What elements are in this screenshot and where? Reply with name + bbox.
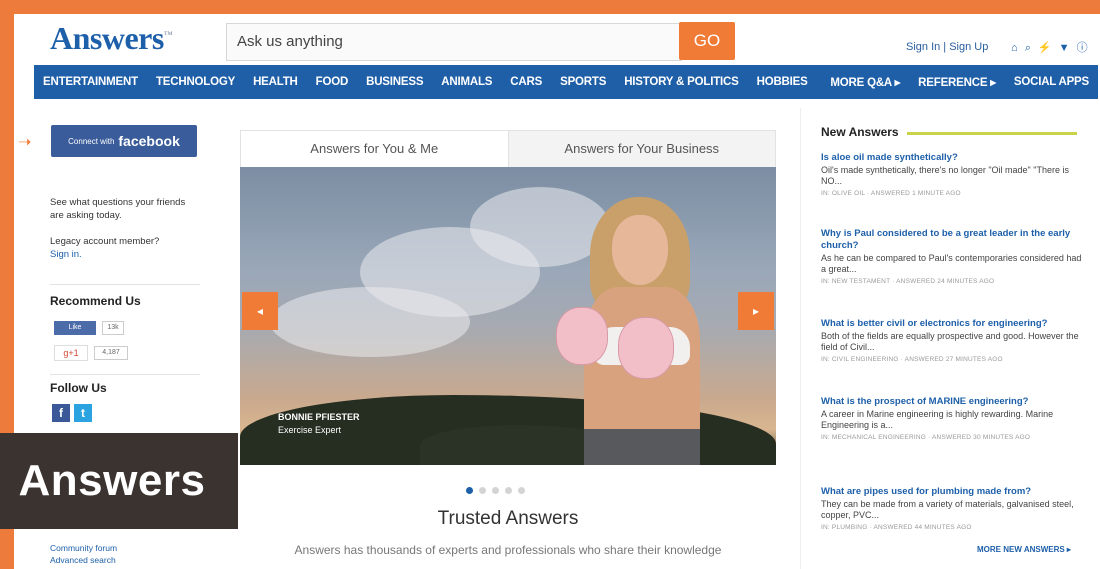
nav-item-technology[interactable]: TECHNOLOGY bbox=[147, 76, 244, 88]
question-link[interactable]: Is aloe oil made synthetically? bbox=[821, 152, 1083, 164]
signin-links[interactable]: Sign In | Sign Up bbox=[906, 41, 988, 53]
nav-item-business[interactable]: BUSINESS bbox=[357, 76, 432, 88]
legacy-text: Legacy account member? bbox=[50, 236, 160, 247]
nav-item-social-apps[interactable]: SOCIAL APPS bbox=[1005, 76, 1098, 88]
answer-item: What is the prospect of MARINE engineeri… bbox=[821, 396, 1083, 441]
tab-your-business[interactable]: Answers for Your Business bbox=[508, 131, 775, 167]
legacy-block: Legacy account member? Sign in. bbox=[50, 235, 200, 261]
gplus-button[interactable]: g+1 bbox=[54, 345, 88, 361]
answer-snippet: They can be made from a variety of mater… bbox=[821, 499, 1074, 520]
nav-item-entertainment[interactable]: ENTERTAINMENT bbox=[34, 76, 147, 88]
new-answers-panel: New Answers Is aloe oil made synthetical… bbox=[800, 108, 1098, 569]
like-count: 13k bbox=[102, 321, 124, 335]
answer-meta: IN: PLUMBING · ANSWERED 44 MINUTES AGO bbox=[821, 524, 972, 531]
nav-item-food[interactable]: FOOD bbox=[307, 76, 357, 88]
divider bbox=[50, 284, 200, 285]
new-answers-heading: New Answers bbox=[821, 125, 899, 139]
connect-facebook-button[interactable]: Connect with facebook bbox=[51, 125, 197, 157]
slide-dot[interactable] bbox=[518, 487, 525, 494]
arrow-icon: ➝ bbox=[18, 134, 32, 151]
answer-item: Why is Paul considered to be a great lea… bbox=[821, 228, 1083, 285]
follow-heading: Follow Us bbox=[50, 381, 107, 395]
next-slide-button[interactable]: ▸ bbox=[738, 292, 774, 330]
nav-item-hobbies[interactable]: HOBBIES bbox=[748, 76, 817, 88]
gplus-count: 4,187 bbox=[94, 346, 128, 360]
answer-snippet: Oil's made synthetically, there's no lon… bbox=[821, 165, 1069, 186]
nav-item-animals[interactable]: ANIMALS bbox=[432, 76, 501, 88]
logo-tm: ™ bbox=[163, 29, 173, 40]
community-forum-link[interactable]: Community forum bbox=[50, 543, 117, 553]
go-button[interactable]: GO bbox=[679, 22, 735, 60]
category-nav: ENTERTAINMENT TECHNOLOGY HEALTH FOOD BUS… bbox=[34, 65, 1098, 99]
question-link[interactable]: What is the prospect of MARINE engineeri… bbox=[821, 396, 1083, 408]
more-new-answers-link[interactable]: MORE NEW ANSWERS ▸ bbox=[977, 545, 1071, 554]
audience-tabs: Answers for You & Me Answers for Your Bu… bbox=[240, 130, 776, 168]
answer-snippet: A career in Marine engineering is highly… bbox=[821, 409, 1054, 430]
advanced-search-link[interactable]: Advanced search bbox=[50, 555, 116, 565]
slide-dot[interactable] bbox=[492, 487, 499, 494]
nav-item-reference[interactable]: REFERENCE ▸ bbox=[909, 75, 1005, 89]
answer-meta: IN: NEW TESTAMENT · ANSWERED 24 MINUTES … bbox=[821, 278, 995, 285]
person-face bbox=[612, 215, 668, 285]
fb-like-button[interactable]: Like bbox=[54, 321, 96, 335]
nav-item-sports[interactable]: SPORTS bbox=[551, 76, 615, 88]
hero-caption: BONNIE PFIESTER Exercise Expert bbox=[278, 411, 360, 437]
divider bbox=[50, 374, 200, 375]
search-input[interactable]: Ask us anything bbox=[226, 23, 682, 61]
fb-small-label: Connect with bbox=[68, 136, 115, 146]
answer-meta: IN: MECHANICAL ENGINEERING · ANSWERED 30… bbox=[821, 434, 1031, 441]
slide-dots bbox=[466, 487, 525, 494]
slide-dot[interactable] bbox=[479, 487, 486, 494]
answer-meta: IN: OLIVE OIL · ANSWERED 1 MINUTE AGO bbox=[821, 190, 961, 197]
boxing-glove-right bbox=[618, 317, 674, 379]
person-shorts bbox=[584, 429, 700, 465]
answers-logo[interactable]: Answers™ bbox=[50, 20, 173, 57]
answer-snippet: As he can be compared to Paul's contempo… bbox=[821, 253, 1082, 274]
answer-meta: IN: CIVIL ENGINEERING · ANSWERED 27 MINU… bbox=[821, 356, 1003, 363]
nav-item-history-politics[interactable]: HISTORY & POLITICS bbox=[615, 76, 747, 88]
cloud-shape bbox=[470, 187, 610, 267]
legacy-signin-link[interactable]: Sign in. bbox=[50, 249, 82, 260]
answers-watermark-label: Answers bbox=[0, 433, 238, 529]
nav-item-cars[interactable]: CARS bbox=[501, 76, 551, 88]
tab-you-and-me[interactable]: Answers for You & Me bbox=[241, 131, 509, 167]
caption-name: BONNIE PFIESTER bbox=[278, 412, 360, 422]
boxing-glove-left bbox=[556, 307, 608, 365]
nav-item-more-qa[interactable]: MORE Q&A ▸ bbox=[821, 75, 909, 89]
slide-dot[interactable] bbox=[505, 487, 512, 494]
question-link[interactable]: What is better civil or electronics for … bbox=[821, 318, 1083, 330]
answer-item: What is better civil or electronics for … bbox=[821, 318, 1083, 363]
question-link[interactable]: What are pipes used for plumbing made fr… bbox=[821, 486, 1083, 498]
question-link[interactable]: Why is Paul considered to be a great lea… bbox=[821, 228, 1083, 252]
answer-item: What are pipes used for plumbing made fr… bbox=[821, 486, 1083, 531]
cloud-shape bbox=[270, 287, 470, 357]
header-tool-icons[interactable]: ⌂ ⌕ ⚡ ▼ ⓘ bbox=[1011, 39, 1090, 55]
nav-item-health[interactable]: HEALTH bbox=[244, 76, 307, 88]
trusted-answers-description: Answers has thousands of experts and pro… bbox=[294, 543, 722, 557]
hero-slide-image: BONNIE PFIESTER Exercise Expert bbox=[240, 167, 776, 465]
trusted-answers-title: Trusted Answers bbox=[437, 508, 579, 529]
twitter-icon[interactable]: t bbox=[74, 404, 92, 422]
caption-role: Exercise Expert bbox=[278, 425, 342, 435]
fb-big-label: facebook bbox=[118, 133, 180, 149]
heading-accent-bar bbox=[907, 132, 1077, 135]
answer-item: Is aloe oil made synthetically? Oil's ma… bbox=[821, 152, 1083, 197]
answer-snippet: Both of the fields are equally prospecti… bbox=[821, 331, 1079, 352]
facebook-icon[interactable]: f bbox=[52, 404, 70, 422]
prev-slide-button[interactable]: ◂ bbox=[242, 292, 278, 330]
slide-dot[interactable] bbox=[466, 487, 473, 494]
recommend-heading: Recommend Us bbox=[50, 294, 141, 308]
bottom-links: Community forum Advanced search bbox=[50, 542, 200, 566]
logo-text: Answers bbox=[50, 20, 164, 56]
see-questions-text: See what questions your friends are aski… bbox=[50, 197, 186, 221]
